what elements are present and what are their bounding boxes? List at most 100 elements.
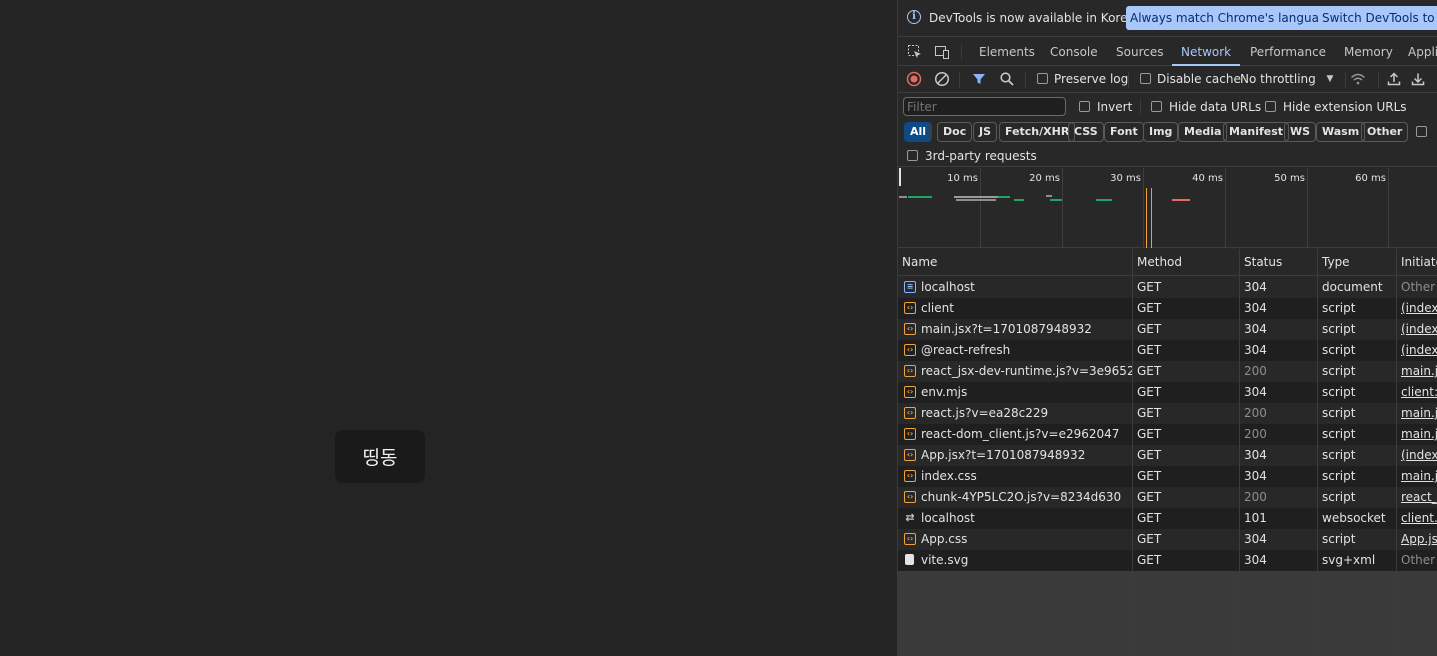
overview-gridline	[1143, 168, 1144, 248]
request-initiator[interactable]: main.js	[1397, 466, 1437, 487]
type-filter-other[interactable]: Other	[1361, 122, 1409, 142]
request-initiator[interactable]: (index):	[1397, 340, 1437, 361]
tab-console[interactable]: Console	[1050, 38, 1098, 66]
invert-checkbox[interactable]	[1079, 101, 1090, 112]
export-har-icon[interactable]	[1410, 71, 1426, 87]
table-row[interactable]: ‹› main.jsx?t=1701087948932 GET 304 script (i…	[898, 319, 1437, 340]
type-filter-wasm[interactable]: Wasm	[1316, 122, 1366, 142]
column-divider[interactable]	[1239, 249, 1240, 656]
request-initiator[interactable]: (index):	[1397, 445, 1437, 466]
throttling-select[interactable]: No throttling	[1240, 72, 1316, 86]
request-initiator[interactable]: client:1	[1397, 382, 1437, 403]
request-name[interactable]: index.css	[898, 466, 1132, 487]
type-filter-font[interactable]: Font	[1104, 122, 1144, 142]
table-row[interactable]: ‹› App.jsx?t=1701087948932 GET 304 script (in…	[898, 445, 1437, 466]
network-conditions-icon[interactable]	[1350, 71, 1366, 87]
column-divider[interactable]	[1396, 249, 1397, 656]
table-row[interactable]: ‹›clientGET304script(index):	[898, 298, 1437, 319]
request-type: script	[1322, 490, 1356, 504]
table-row[interactable]: ‹› react_jsx-dev-runtime.js?v=3e96520b GET…	[898, 361, 1437, 382]
request-initiator[interactable]: main.js	[1397, 424, 1437, 445]
request-status: 304	[1244, 322, 1267, 336]
column-name[interactable]: Name	[898, 249, 937, 276]
table-row[interactable]: ⇄localhostGET101websocketclient.ts	[898, 508, 1437, 529]
request-name[interactable]: localhost	[898, 508, 1132, 529]
table-row[interactable]: ‹› react-dom_client.js?v=e2962047 GET 200 sc…	[898, 424, 1437, 445]
request-name[interactable]: @react-refresh	[898, 340, 1132, 361]
request-initiator[interactable]: (index):	[1397, 298, 1437, 319]
network-overview-timeline[interactable]: 10 ms 20 ms 30 ms 40 ms 50 ms 60 ms	[898, 168, 1437, 248]
request-name[interactable]: chunk-4YP5LC2O.js?v=8234d630	[898, 487, 1132, 508]
request-name[interactable]: App.css	[898, 529, 1132, 550]
table-row[interactable]: ≡ localhost GET 304 document Other	[898, 277, 1437, 298]
column-divider[interactable]	[1132, 249, 1133, 656]
column-status[interactable]: Status	[1240, 249, 1282, 276]
request-name[interactable]: vite.svg	[898, 550, 1132, 571]
request-status: 304	[1244, 301, 1267, 315]
type-filter-manifest[interactable]: Manifest	[1223, 122, 1290, 142]
clear-icon[interactable]	[934, 71, 950, 87]
table-row[interactable]: ‹›App.cssGET304scriptApp.jsx	[898, 529, 1437, 550]
column-initiator[interactable]: Initiator	[1397, 249, 1437, 276]
request-initiator[interactable]: (index):	[1397, 319, 1437, 340]
hide-extension-urls-checkbox[interactable]	[1265, 101, 1276, 112]
request-name[interactable]: localhost	[898, 277, 1132, 298]
request-method: GET	[1137, 343, 1162, 357]
type-filter-fetch-xhr[interactable]: Fetch/XHR	[999, 122, 1076, 142]
tab-network[interactable]: Network	[1172, 38, 1241, 66]
request-name[interactable]: react-dom_client.js?v=e2962047	[898, 424, 1132, 445]
table-row[interactable]: ‹› chunk-4YP5LC2O.js?v=8234d630 GET 200 scri…	[898, 487, 1437, 508]
type-filter-js[interactable]: JS	[973, 122, 998, 142]
switch-language-button[interactable]: Switch DevTools to Korean	[1318, 6, 1437, 30]
type-filter-doc[interactable]: Doc	[937, 122, 973, 142]
request-type: script	[1322, 343, 1356, 357]
tab-sources[interactable]: Sources	[1116, 38, 1163, 66]
request-initiator[interactable]: client.ts	[1397, 508, 1437, 529]
third-party-bar: 3rd-party requests	[898, 145, 1437, 167]
preserve-log-label: Preserve log	[1054, 72, 1129, 86]
preserve-log-checkbox[interactable]	[1037, 73, 1048, 84]
request-name[interactable]: main.jsx?t=1701087948932	[898, 319, 1132, 340]
ding-button[interactable]: 띵동	[335, 430, 425, 483]
type-filter-all[interactable]: All	[904, 122, 933, 142]
column-divider[interactable]	[1317, 249, 1318, 656]
import-har-icon[interactable]	[1386, 71, 1402, 87]
tab-application[interactable]: Application	[1408, 38, 1437, 66]
column-method[interactable]: Method	[1133, 249, 1182, 276]
type-filter-img[interactable]: Img	[1143, 122, 1179, 142]
blocked-requests-checkbox[interactable]	[1416, 126, 1427, 137]
table-row[interactable]: ‹›index.cssGET304scriptmain.js	[898, 466, 1437, 487]
request-initiator[interactable]: App.jsx	[1397, 529, 1437, 550]
record-stop-icon[interactable]	[906, 71, 922, 87]
third-party-checkbox[interactable]	[907, 150, 918, 161]
filter-input[interactable]	[903, 97, 1066, 116]
table-row[interactable]: ‹›@react-refreshGET304script(index):	[898, 340, 1437, 361]
search-icon[interactable]	[999, 71, 1015, 87]
request-name[interactable]: react.js?v=ea28c229	[898, 403, 1132, 424]
column-type[interactable]: Type	[1318, 249, 1350, 276]
request-name[interactable]: react_jsx-dev-runtime.js?v=3e96520b	[898, 361, 1132, 382]
table-row[interactable]: ‹›react.js?v=ea28c229GET200scriptmain.js	[898, 403, 1437, 424]
tab-elements[interactable]: Elements	[979, 38, 1035, 66]
table-row[interactable]: vite.svg GET 304 svg+xml Other	[898, 550, 1437, 571]
type-filter-media[interactable]: Media	[1178, 122, 1228, 142]
tab-memory[interactable]: Memory	[1344, 38, 1393, 66]
request-initiator[interactable]: main.js	[1397, 361, 1437, 382]
request-initiator[interactable]: main.js	[1397, 403, 1437, 424]
tab-performance[interactable]: Performance	[1250, 38, 1326, 66]
disable-cache-checkbox[interactable]	[1140, 73, 1151, 84]
table-row[interactable]: ‹›env.mjsGET304scriptclient:1	[898, 382, 1437, 403]
request-initiator[interactable]: react_js	[1397, 487, 1437, 508]
chevron-down-icon[interactable]: ▼	[1322, 71, 1338, 87]
request-name[interactable]: env.mjs	[898, 382, 1132, 403]
device-toolbar-icon[interactable]	[934, 44, 950, 60]
filter-icon[interactable]	[971, 71, 987, 87]
overview-request-bar	[1046, 195, 1052, 197]
type-filter-css[interactable]: CSS	[1068, 122, 1104, 142]
hide-data-urls-checkbox[interactable]	[1151, 101, 1162, 112]
request-name[interactable]: client	[898, 298, 1132, 319]
match-language-button[interactable]: Always match Chrome's language	[1126, 6, 1338, 30]
inspect-element-icon[interactable]	[907, 44, 923, 60]
request-name[interactable]: App.jsx?t=1701087948932	[898, 445, 1132, 466]
type-filter-ws[interactable]: WS	[1284, 122, 1317, 142]
